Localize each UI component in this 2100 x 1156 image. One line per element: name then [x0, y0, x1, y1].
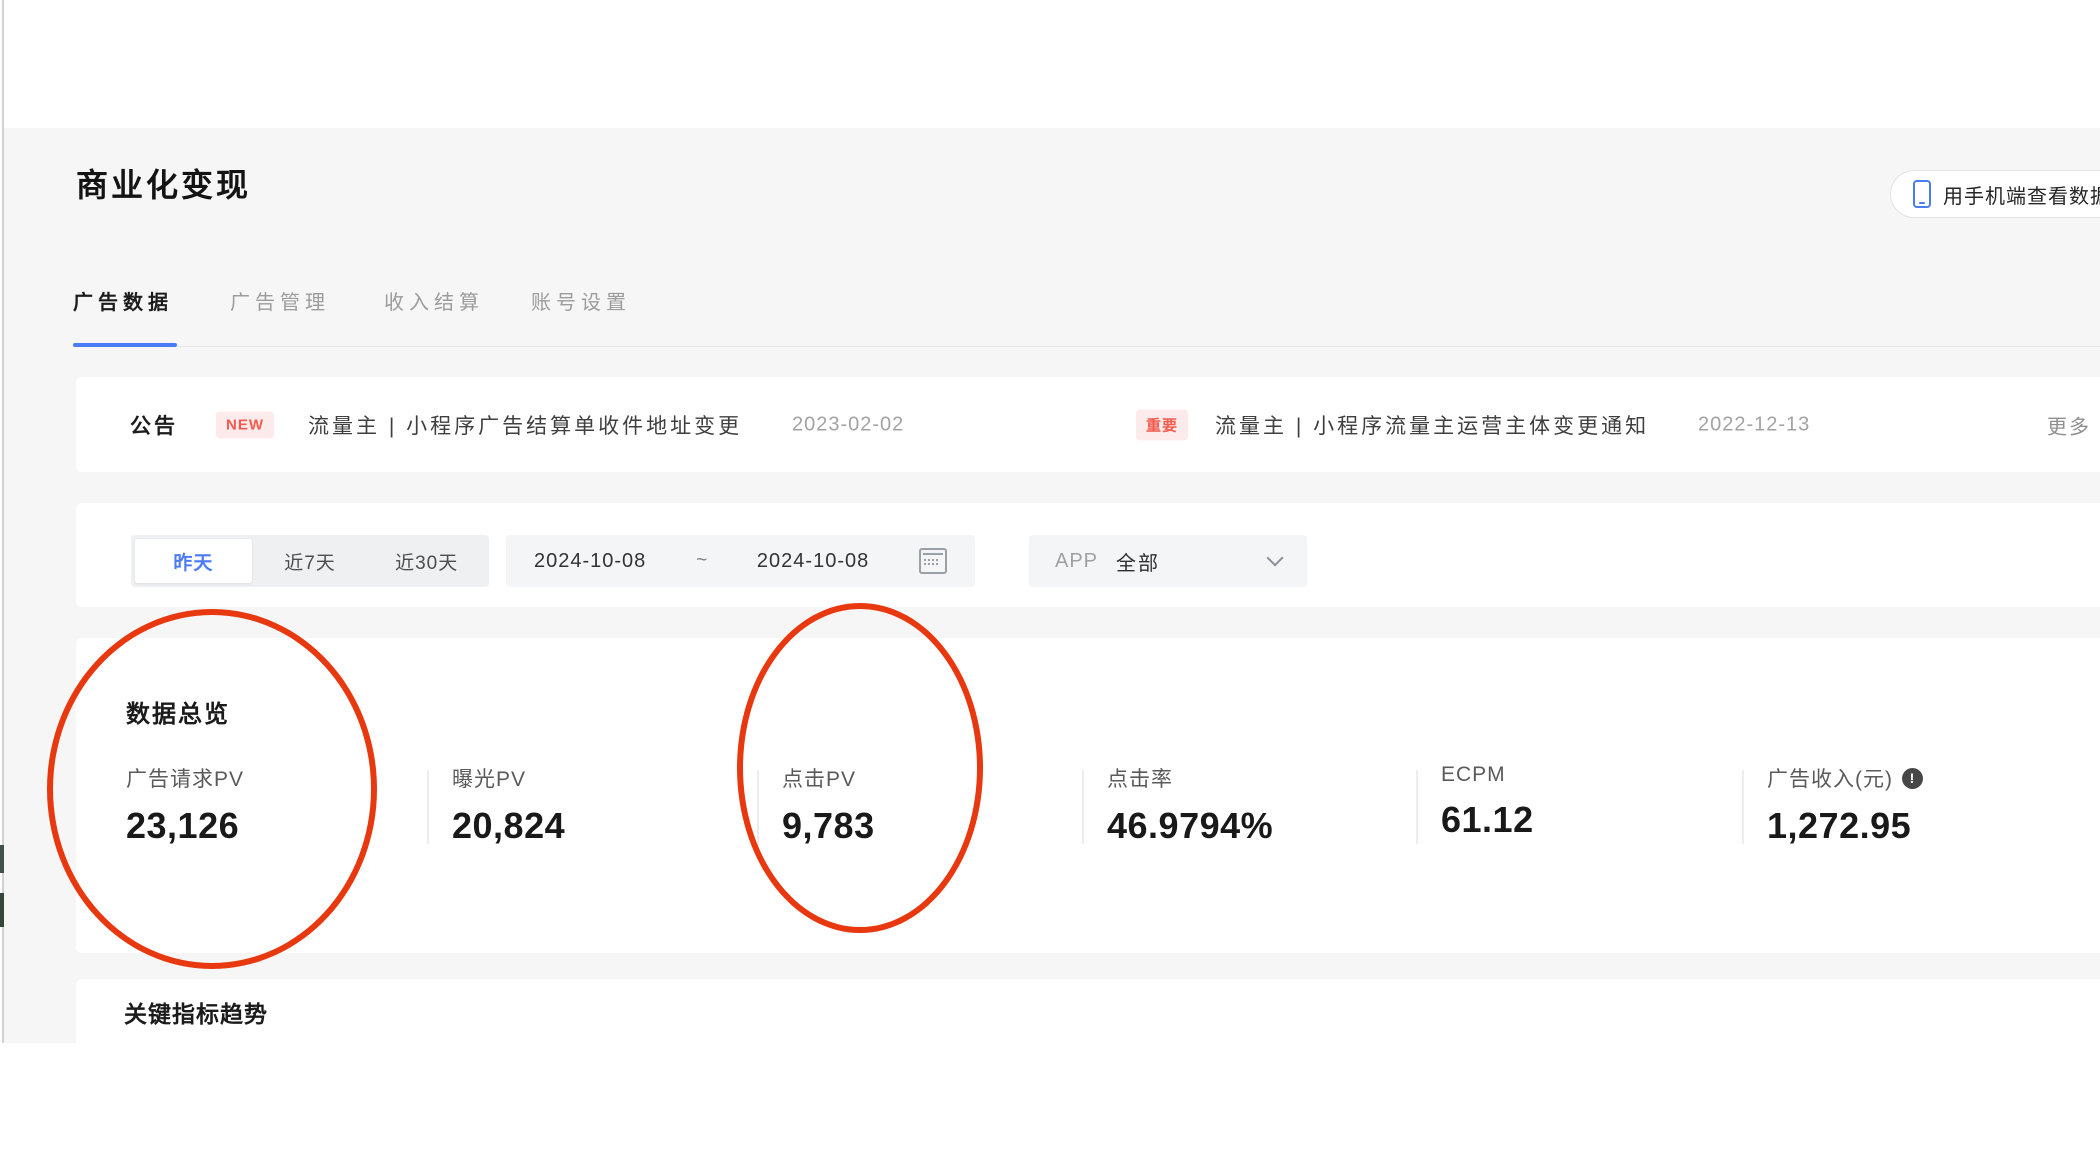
metric-divider: [1082, 770, 1084, 844]
date-quick-range-segmented: 昨天 近7天 近30天: [131, 535, 489, 587]
view-on-phone-button[interactable]: 用手机端查看数据: [1890, 170, 2100, 218]
date-start-value[interactable]: 2024-10-08: [534, 550, 646, 573]
metric-click-pv: 点击PV 9,783: [782, 763, 1082, 847]
announcement-link[interactable]: 流量主 | 小程序流量主运营主体变更通知: [1215, 410, 1649, 440]
phone-icon: [1913, 180, 1931, 208]
range-yesterday-button[interactable]: 昨天: [135, 539, 252, 583]
metric-divider: [757, 770, 759, 844]
metric-exposure-pv: 曝光PV 20,824: [452, 763, 752, 847]
metric-value: 46.9794%: [1107, 805, 1274, 846]
tab-ad-manage[interactable]: 广告管理: [230, 286, 330, 315]
metric-value: 1,272.95: [1767, 805, 1912, 846]
metric-value: 61.12: [1441, 799, 1534, 840]
active-tab-underline: [73, 343, 177, 347]
announcement-date: 2022-12-13: [1698, 413, 1811, 435]
chevron-down-icon: [1266, 549, 1284, 567]
metric-label: ECPM: [1441, 763, 1506, 786]
page-title: 商业化变现: [76, 167, 252, 203]
metric-label: 广告收入(元): [1767, 768, 1893, 791]
tab-account-set[interactable]: 账号设置: [531, 286, 631, 315]
announcement-more-link[interactable]: 更多: [2047, 410, 2091, 439]
page: 商业化变现 用手机端查看数据 广告数据 广告管理 收入结算 账号设置 公告 NE…: [0, 0, 2100, 1156]
app-select[interactable]: APP 全部: [1029, 535, 1307, 587]
metric-label: 点击PV: [782, 768, 857, 791]
announcement-title: 公告: [130, 414, 178, 438]
app-select-value: 全部: [1116, 552, 1161, 575]
edge-artifact: [0, 893, 4, 927]
range-30days-button[interactable]: 近30天: [368, 539, 485, 583]
filter-bar: 昨天 近7天 近30天 2024-10-08 ~ 2024-10-08 APP …: [76, 503, 2100, 607]
metric-divider: [1742, 770, 1744, 844]
announcement-bar: 公告 NEW 流量主 | 小程序广告结算单收件地址变更 2023-02-02 重…: [76, 377, 2100, 472]
metric-label: 广告请求PV: [126, 768, 245, 791]
window-left-border: [2, 0, 4, 1043]
metric-click-rate: 点击率 46.9794%: [1107, 763, 1407, 847]
calendar-icon[interactable]: [918, 548, 947, 574]
tab-ad-data[interactable]: 广告数据: [73, 286, 173, 315]
overview-section-title: 数据总览: [126, 701, 230, 728]
tabs-divider: [73, 346, 2100, 347]
date-range-input[interactable]: 2024-10-08 ~ 2024-10-08: [506, 535, 975, 587]
edge-artifact: [0, 845, 4, 873]
announcement-date: 2023-02-02: [792, 413, 905, 435]
badge-important: 重要: [1136, 409, 1189, 440]
key-metric-trend-card: 关键指标趋势: [76, 979, 2100, 1156]
tab-income-settle[interactable]: 收入结算: [384, 286, 484, 315]
data-overview-card: 数据总览 广告请求PV 23,126 曝光PV 20,824 点击PV 9,78…: [76, 638, 2100, 953]
date-range-separator: ~: [696, 550, 708, 571]
metric-value: 23,126: [126, 805, 240, 846]
trend-section-title: 关键指标趋势: [124, 1001, 268, 1027]
metric-label: 曝光PV: [452, 768, 527, 791]
metric-ad-revenue: 广告收入(元) 1,272.95: [1767, 763, 2067, 847]
range-7days-button[interactable]: 近7天: [252, 539, 369, 583]
badge-new: NEW: [216, 411, 274, 438]
announcement-link[interactable]: 流量主 | 小程序广告结算单收件地址变更: [308, 410, 742, 440]
metric-value: 20,824: [452, 805, 566, 846]
metric-divider: [1416, 770, 1418, 844]
date-end-value[interactable]: 2024-10-08: [757, 550, 869, 573]
app-select-label: APP: [1055, 549, 1099, 572]
metric-value: 9,783: [782, 805, 875, 846]
metric-ad-request-pv: 广告请求PV 23,126: [126, 763, 426, 847]
metric-divider: [427, 770, 429, 844]
view-on-phone-label: 用手机端查看数据: [1943, 185, 2100, 208]
info-icon[interactable]: [1902, 767, 1923, 789]
metric-label: 点击率: [1107, 768, 1173, 791]
metric-ecpm: ECPM 61.12: [1441, 763, 1741, 841]
